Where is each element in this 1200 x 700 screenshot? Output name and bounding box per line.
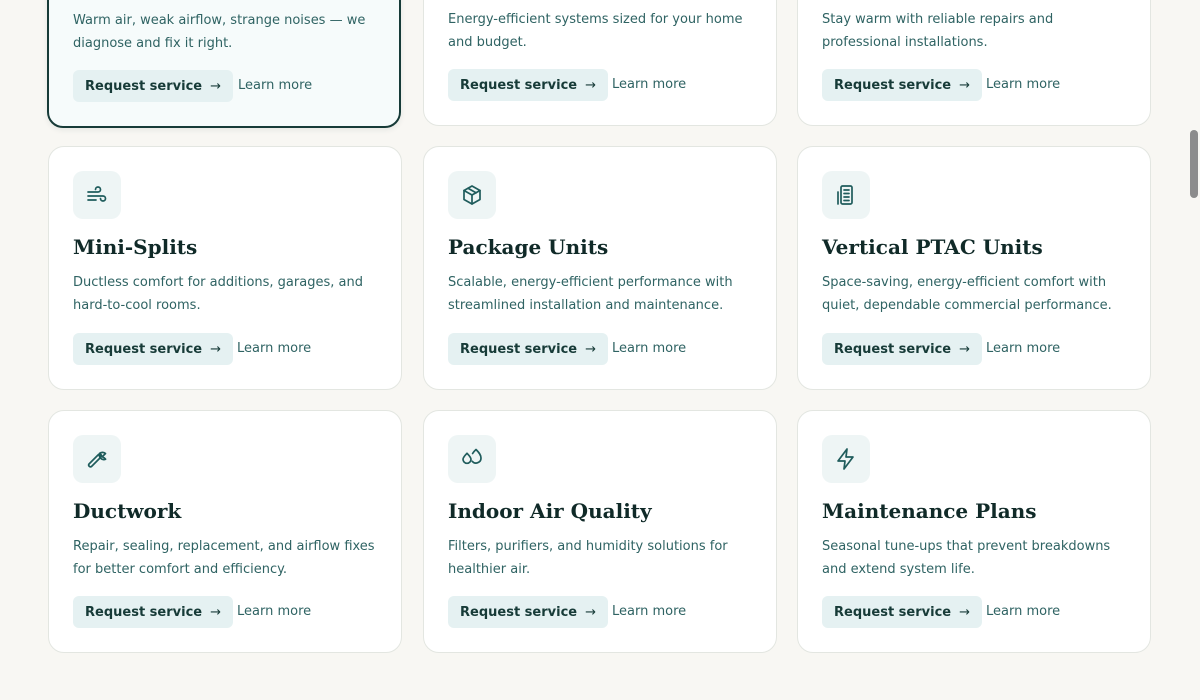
learn-more-link[interactable]: Learn more — [986, 604, 1060, 619]
card-description: Space-saving, energy-efficient comfort w… — [822, 275, 1112, 313]
package-icon — [463, 185, 481, 205]
card-description: Ductless comfort for additions, garages,… — [73, 275, 363, 313]
card-description: Repair, sealing, replacement, and airflo… — [73, 539, 375, 577]
arrow-right-icon: → — [585, 604, 597, 620]
learn-more-link[interactable]: Learn more — [237, 604, 311, 619]
service-card-package-units[interactable]: Package Units Scalable, energy-efficient… — [423, 146, 777, 390]
icon-tile — [448, 171, 496, 219]
service-card-ac-repair[interactable]: Warm air, weak airflow, strange noises —… — [47, 0, 401, 128]
card-description: Seasonal tune-ups that prevent breakdown… — [822, 539, 1111, 577]
learn-more-link[interactable]: Learn more — [612, 77, 686, 92]
card-description: Scalable, energy-efficient performance w… — [448, 275, 733, 313]
request-service-label: Request service — [85, 341, 203, 357]
wind-icon — [87, 186, 107, 202]
lightning-icon — [837, 448, 854, 470]
request-service-button[interactable]: Request service → — [73, 70, 234, 102]
service-card-ductwork[interactable]: Ductwork Repair, sealing, replacement, a… — [48, 410, 402, 653]
learn-more-link[interactable]: Learn more — [612, 341, 686, 356]
card-description: Stay warm with reliable repairs and prof… — [822, 12, 1054, 50]
card-title: Package Units — [448, 235, 609, 259]
learn-more-link[interactable]: Learn more — [238, 78, 312, 93]
service-card-mini-splits[interactable]: Mini-Splits Ductless comfort for additio… — [48, 146, 402, 390]
card-title: Ductwork — [73, 499, 182, 523]
icon-tile — [73, 171, 121, 219]
request-service-button[interactable]: Request service → — [822, 596, 983, 628]
learn-more-link[interactable]: Learn more — [612, 604, 686, 619]
learn-more-link[interactable]: Learn more — [237, 341, 311, 356]
request-service-button[interactable]: Request service → — [73, 596, 234, 628]
service-card-ac-installation[interactable]: Energy-efficient systems sized for your … — [423, 0, 777, 126]
request-service-label: Request service — [85, 78, 203, 94]
arrow-right-icon: → — [210, 341, 222, 357]
card-title: Vertical PTAC Units — [822, 235, 1043, 259]
icon-tile — [822, 171, 870, 219]
arrow-right-icon: → — [210, 604, 222, 620]
request-service-button[interactable]: Request service → — [822, 333, 983, 365]
icon-tile — [73, 435, 121, 483]
services-viewport: Warm air, weak airflow, strange noises —… — [0, 0, 1200, 700]
request-service-label: Request service — [460, 604, 578, 620]
service-card-maintenance-plans[interactable]: Maintenance Plans Seasonal tune-ups that… — [797, 410, 1151, 653]
card-title: Maintenance Plans — [822, 499, 1037, 523]
scrollbar-thumb[interactable] — [1190, 130, 1198, 198]
droplets-icon — [462, 448, 482, 465]
learn-more-link[interactable]: Learn more — [986, 77, 1060, 92]
arrow-right-icon: → — [959, 77, 971, 93]
service-card-heating[interactable]: Stay warm with reliable repairs and prof… — [797, 0, 1151, 126]
request-service-label: Request service — [85, 604, 203, 620]
card-description: Warm air, weak airflow, strange noises —… — [73, 13, 366, 51]
arrow-right-icon: → — [210, 78, 222, 94]
card-title: Indoor Air Quality — [448, 499, 652, 523]
card-description: Filters, purifiers, and humidity solutio… — [448, 539, 728, 577]
icon-tile — [822, 435, 870, 483]
arrow-right-icon: → — [959, 604, 971, 620]
request-service-label: Request service — [834, 604, 952, 620]
wrench-icon — [87, 451, 107, 468]
arrow-right-icon: → — [959, 341, 971, 357]
request-service-label: Request service — [460, 341, 578, 357]
card-title: Mini-Splits — [73, 235, 198, 259]
request-service-label: Request service — [834, 341, 952, 357]
request-service-button[interactable]: Request service → — [448, 69, 609, 101]
arrow-right-icon: → — [585, 341, 597, 357]
learn-more-link[interactable]: Learn more — [986, 341, 1060, 356]
building-unit-icon — [837, 185, 853, 205]
request-service-label: Request service — [834, 77, 952, 93]
arrow-right-icon: → — [585, 77, 597, 93]
service-card-indoor-air-quality[interactable]: Indoor Air Quality Filters, purifiers, a… — [423, 410, 777, 653]
service-card-vertical-ptac[interactable]: Vertical PTAC Units Space-saving, energy… — [797, 146, 1151, 390]
request-service-button[interactable]: Request service → — [448, 596, 609, 628]
icon-tile — [448, 435, 496, 483]
card-description: Energy-efficient systems sized for your … — [448, 12, 743, 50]
request-service-button[interactable]: Request service → — [73, 333, 234, 365]
request-service-button[interactable]: Request service → — [822, 69, 983, 101]
request-service-button[interactable]: Request service → — [448, 333, 609, 365]
request-service-label: Request service — [460, 77, 578, 93]
